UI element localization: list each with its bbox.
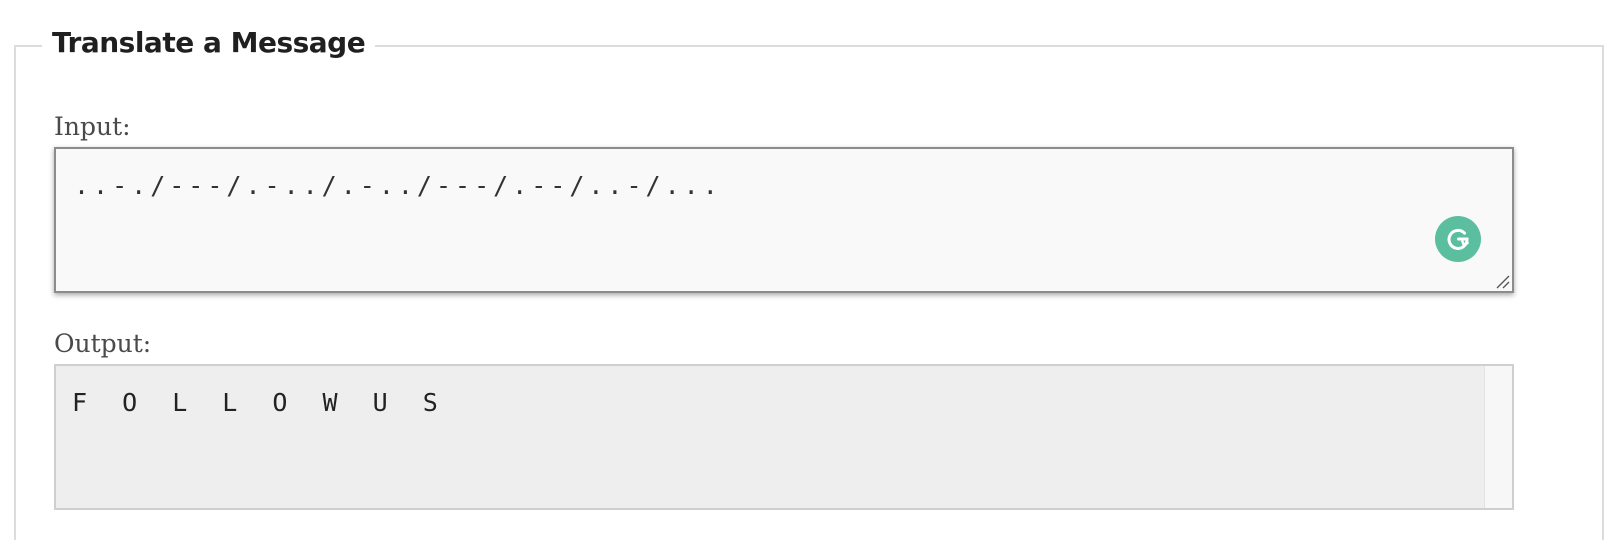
grammarly-icon[interactable] xyxy=(1435,216,1481,262)
section-title: Translate a Message xyxy=(42,22,376,64)
input-text: ..-./---/.-../.-../---/.--/..-/... xyxy=(74,171,722,200)
resize-handle-icon[interactable] xyxy=(1494,273,1510,289)
output-textarea[interactable]: F O L L O W U S xyxy=(54,364,1514,510)
input-textarea[interactable]: ..-./---/.-../.-../---/.--/..-/... xyxy=(54,147,1514,293)
grammarly-g-glyph xyxy=(1447,228,1469,250)
page: Translate a Message Input: ..-./---/.-..… xyxy=(0,0,1618,540)
output-label: Output: xyxy=(54,329,152,358)
output-scrollbar[interactable] xyxy=(1484,366,1512,508)
input-label: Input: xyxy=(54,112,131,141)
output-text: F O L L O W U S xyxy=(72,388,448,417)
